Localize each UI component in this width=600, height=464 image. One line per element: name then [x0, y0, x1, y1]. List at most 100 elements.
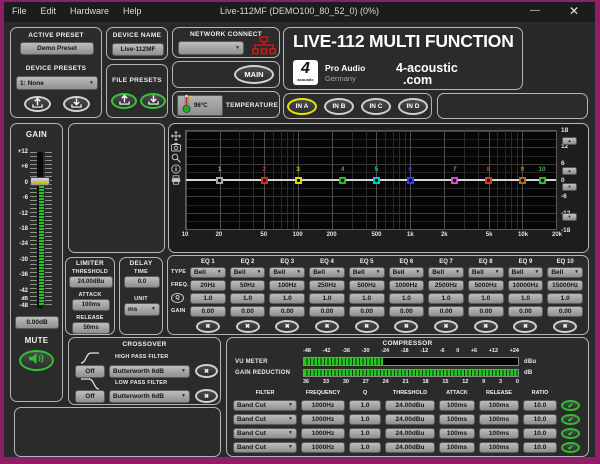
eq-type-select[interactable]: Bell ▼	[428, 267, 464, 278]
input-button-in-d[interactable]: IN D	[398, 97, 428, 115]
comp-enable-button[interactable]: ✔	[561, 428, 580, 439]
comp-filter-select[interactable]: Band Cut ▼	[233, 400, 297, 411]
comp-attack-field[interactable]: 100ms	[439, 442, 475, 453]
eq-type-select[interactable]: Bell ▼	[388, 267, 425, 278]
eq-gain-field[interactable]: 0.00	[190, 306, 226, 317]
eq-point-6[interactable]	[406, 176, 414, 184]
gain-fader-knob[interactable]	[30, 177, 50, 186]
delay-time-field[interactable]: 0.0	[124, 276, 160, 288]
eq-gain-field[interactable]: 0.00	[467, 306, 504, 317]
eq-q-field[interactable]: 1.0	[229, 293, 266, 304]
eq-bypass-button[interactable]: ✖	[473, 320, 498, 333]
device-preset-select[interactable]: 1: None ▼	[16, 76, 98, 90]
comp-frequency-field[interactable]: 1000Hz	[301, 442, 345, 453]
comp-filter-select[interactable]: Band Cut ▼	[233, 428, 297, 439]
preset-upload-button[interactable]	[24, 96, 51, 112]
eq-gain-field[interactable]: 0.00	[547, 306, 584, 317]
eq-point-7[interactable]	[451, 176, 459, 184]
eq-q-field[interactable]: 1.0	[467, 293, 504, 304]
eq-freq-field[interactable]: 2500Hz	[428, 280, 464, 291]
eq-q-field[interactable]: 1.0	[190, 293, 226, 304]
limiter-attack-field[interactable]: 100ms	[72, 299, 110, 311]
eq-type-select[interactable]: Bell ▼	[229, 267, 266, 278]
eq-point-10[interactable]	[538, 176, 546, 184]
eq-point-2[interactable]	[260, 176, 268, 184]
file-download-button[interactable]	[140, 93, 166, 109]
eq-point-8[interactable]	[485, 176, 492, 184]
comp-attack-field[interactable]: 100ms	[439, 414, 475, 425]
comp-frequency-field[interactable]: 1000Hz	[301, 414, 345, 425]
comp-q-field[interactable]: 1.0	[349, 442, 381, 453]
eq-q-field[interactable]: 1.0	[388, 293, 425, 304]
eq-freq-field[interactable]: 20Hz	[190, 280, 226, 291]
info-icon[interactable]	[171, 161, 181, 174]
input-button-in-a[interactable]: IN A	[287, 97, 317, 115]
eq-q-row-button[interactable]: Q	[171, 293, 184, 303]
mute-button[interactable]	[19, 350, 54, 371]
eq-bypass-button[interactable]: ✖	[553, 320, 578, 333]
eq-q-field[interactable]: 1.0	[269, 293, 306, 304]
camera-icon[interactable]	[171, 139, 181, 152]
eq-point-5[interactable]	[372, 176, 380, 184]
comp-enable-button[interactable]: ✔	[561, 442, 580, 453]
comp-filter-select[interactable]: Band Cut ▼	[233, 442, 297, 453]
comp-release-field[interactable]: 100ms	[479, 400, 519, 411]
eq-q-field[interactable]: 1.0	[428, 293, 464, 304]
eq-type-select[interactable]: Bell ▼	[467, 267, 504, 278]
comp-enable-button[interactable]: ✔	[561, 414, 580, 425]
active-preset-field[interactable]: Demo Preset	[20, 42, 94, 55]
comp-release-field[interactable]: 100ms	[479, 428, 519, 439]
comp-threshold-field[interactable]: 24.00dBu	[385, 400, 435, 411]
eq-q-field[interactable]: 1.0	[547, 293, 584, 304]
y-scale-up-button[interactable]: ▲	[562, 137, 577, 145]
eq-point-1[interactable]	[216, 176, 224, 184]
main-button[interactable]: MAIN	[234, 65, 274, 84]
device-name-field[interactable]: Live-112MF	[112, 43, 164, 56]
eq-point-9[interactable]	[518, 176, 526, 184]
eq-freq-field[interactable]: 1000Hz	[388, 280, 425, 291]
hpf-bypass-button[interactable]: ✖	[195, 364, 218, 378]
eq-gain-field[interactable]: 0.00	[507, 306, 544, 317]
eq-type-select[interactable]: Bell ▼	[269, 267, 306, 278]
eq-freq-field[interactable]: 5000Hz	[467, 280, 504, 291]
eq-freq-field[interactable]: 15000Hz	[547, 280, 584, 291]
comp-q-field[interactable]: 1.0	[349, 428, 381, 439]
y-shift-down-button[interactable]: ▼	[562, 183, 577, 191]
comp-ratio-field[interactable]: 10.0	[523, 400, 557, 411]
comp-frequency-field[interactable]: 1000Hz	[301, 400, 345, 411]
comp-frequency-field[interactable]: 1000Hz	[301, 428, 345, 439]
eq-bypass-button[interactable]: ✖	[513, 320, 538, 333]
eq-q-field[interactable]: 1.0	[348, 293, 385, 304]
gain-value-field[interactable]: 0.00dB	[15, 316, 59, 329]
comp-attack-field[interactable]: 100ms	[439, 400, 475, 411]
comp-threshold-field[interactable]: 24.00dBu	[385, 442, 435, 453]
eq-bypass-button[interactable]: ✖	[354, 320, 379, 333]
comp-q-field[interactable]: 1.0	[349, 414, 381, 425]
close-button[interactable]: ✕	[569, 4, 579, 18]
eq-bypass-button[interactable]: ✖	[314, 320, 339, 333]
y-shift-up-button[interactable]: ▲	[562, 167, 577, 175]
preset-download-button[interactable]	[63, 96, 90, 112]
minimize-button[interactable]: —	[530, 5, 540, 16]
hpf-type-select[interactable]: Butterworth 6dB ▼	[109, 365, 190, 378]
limiter-threshold-field[interactable]: 24.00dBu	[69, 276, 113, 288]
pan-tool-icon[interactable]	[170, 128, 182, 142]
eq-bypass-button[interactable]: ✖	[235, 320, 260, 333]
comp-threshold-field[interactable]: 24.00dBu	[385, 414, 435, 425]
print-icon[interactable]	[171, 172, 181, 185]
comp-filter-select[interactable]: Band Cut ▼	[233, 414, 297, 425]
network-select[interactable]: ▼	[178, 41, 244, 55]
eq-freq-field[interactable]: 50Hz	[229, 280, 266, 291]
eq-gain-field[interactable]: 0.00	[348, 306, 385, 317]
comp-attack-field[interactable]: 100ms	[439, 428, 475, 439]
comp-release-field[interactable]: 100ms	[479, 442, 519, 453]
comp-ratio-field[interactable]: 10.0	[523, 414, 557, 425]
eq-gain-field[interactable]: 0.00	[269, 306, 306, 317]
eq-gain-field[interactable]: 0.00	[309, 306, 345, 317]
eq-gain-field[interactable]: 0.00	[428, 306, 464, 317]
eq-freq-field[interactable]: 100Hz	[269, 280, 306, 291]
delay-unit-select[interactable]: ms ▼	[124, 303, 160, 316]
eq-type-select[interactable]: Bell ▼	[309, 267, 345, 278]
lpf-type-select[interactable]: Butterworth 6dB ▼	[109, 390, 190, 403]
eq-type-select[interactable]: Bell ▼	[547, 267, 584, 278]
